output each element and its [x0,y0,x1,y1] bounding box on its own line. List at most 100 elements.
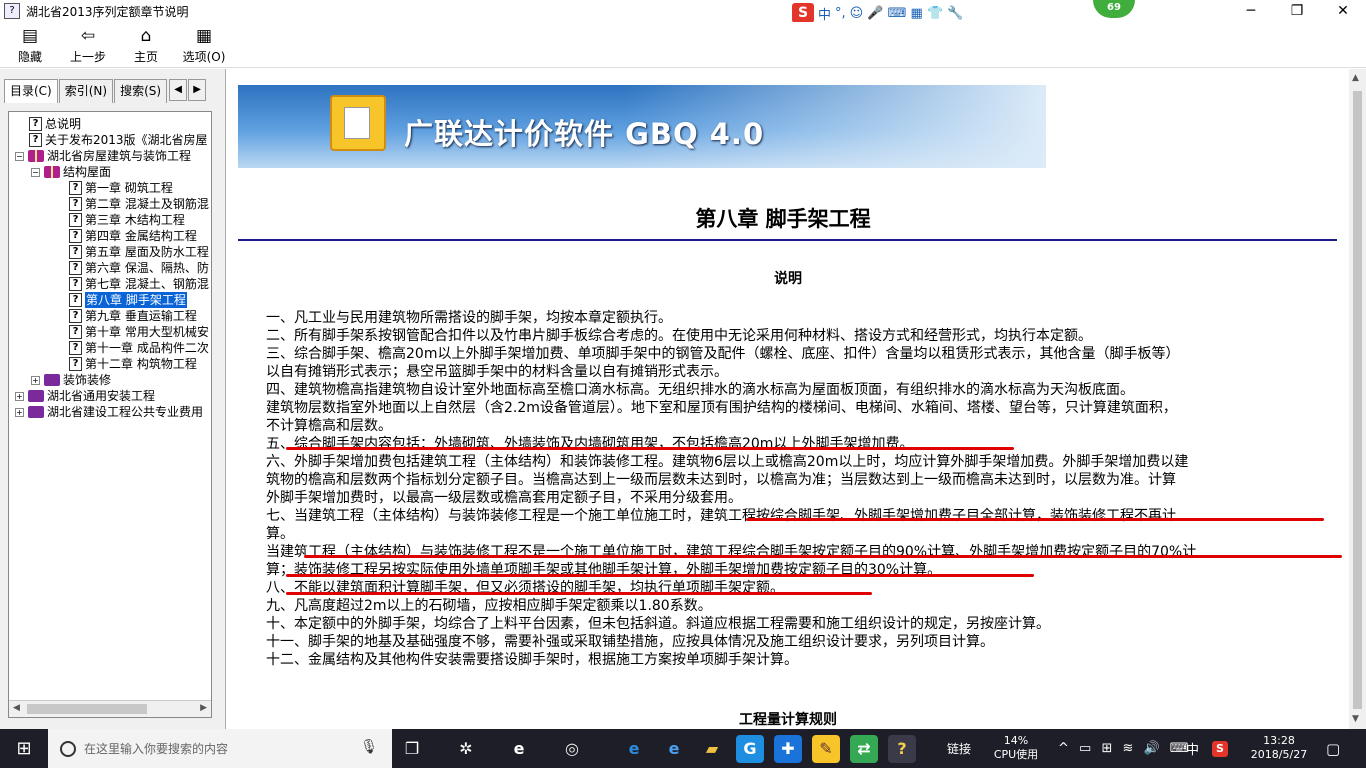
paragraph-line: 六、外脚手架增加费包括建筑工程（主体结构）和装饰装修工程。建筑物6层以上或檐高2… [266,454,1189,470]
scroll-up-icon[interactable]: ▲ [1352,73,1359,83]
tree-item[interactable]: + 装饰装修 [31,372,111,388]
edge-blue-icon[interactable]: e [620,735,648,763]
tree-item[interactable]: ? 总说明 [29,116,81,132]
expand-icon[interactable]: + [15,407,24,417]
help-page-icon: ? [69,197,82,211]
tab-scroll-right-icon[interactable]: ▶ [188,79,207,101]
navigation-pane: 目录(C) 索引(N) 搜索(S) ◀ ▶ ? 总说明? 关于发布2013版《湖北省房屋 − 湖… [0,69,226,729]
cpu-label: CPU使用 [993,748,1039,761]
tree-item[interactable]: + 湖北省建设工程公共专业费用 [15,404,203,420]
minimize-button[interactable]: ─ [1228,0,1274,22]
tree-item-label: 第四章 金属结构工程 [85,229,197,243]
task-view-icon[interactable]: ❐ [398,735,426,763]
link-label[interactable]: 链接 [947,729,971,768]
ime-punct[interactable]: °, [835,6,846,21]
help-app-icon[interactable]: ? [888,735,916,763]
scroll-thumb[interactable] [1353,91,1362,709]
tree-item[interactable]: ? 第五章 屋面及防水工程 [69,244,209,260]
nav-tab[interactable]: 索引(N) [58,79,114,103]
toolbar-button-label: 上一步 [69,49,106,64]
tree-item[interactable]: − 湖北省房屋建筑与装饰工程 [15,148,191,164]
paragraph-line: 十一、脚手架的地基及基础强度不够，需要补强或采取铺垫措施，应按具体情况及施工组织… [266,634,994,650]
browser-icon[interactable]: ◎ [558,735,586,763]
tree-item[interactable]: + 湖北省通用安装工程 [15,388,155,404]
close-button[interactable]: ✕ [1320,0,1366,22]
help-page-icon: ? [69,341,82,355]
edge-icon[interactable]: e [505,735,533,763]
collapse-icon[interactable]: − [31,167,40,177]
gbq-app-icon[interactable]: ✎ [812,735,840,763]
maximize-button[interactable]: ❐ [1274,0,1320,22]
tree-item[interactable]: ? 第二章 混凝土及钢筋混 [69,196,209,212]
taskbar: ⊞ 在这里输入你要搜索的内容 🎙 ❐ ✲ e ◎ e e ▰ G ✚ ✎ ⇄? 链接 14% CPU… [0,729,1366,768]
notification-icon[interactable]: ▢ [1326,729,1340,768]
cpu-usage[interactable]: 14% CPU使用 [990,734,1042,762]
scroll-thumb[interactable] [27,704,147,714]
nav-tab[interactable]: 目录(C) [4,79,58,103]
expand-icon[interactable]: + [31,375,40,385]
paragraph-line: 三、综合脚手架、檐高20m以上外脚手架增加费、单项脚手架中的钢管及配件（螺栓、底… [266,346,1180,362]
red-underline [304,555,1342,558]
plus-app-icon[interactable]: ✚ [774,735,802,763]
tree-item[interactable]: ? 第六章 保温、隔热、防 [69,260,209,276]
paragraph-line: 当建筑工程（主体结构）与装饰装修工程不是一个施工单位施工时，建筑工程综合脚手架按… [266,544,1197,560]
tree-item[interactable]: ? 第八章 脚手架工程 [69,292,187,308]
tab-scroll-left-icon[interactable]: ◀ [169,79,188,101]
collapse-icon[interactable]: − [15,151,24,161]
g-app-icon[interactable]: G [736,735,764,763]
tree-item-label: 第七章 混凝土、钢筋混 [85,277,209,291]
tree-item[interactable]: ? 第一章 砌筑工程 [69,180,173,196]
red-underline [286,574,1034,577]
tray-icons[interactable]: ^ ▭ ⊞ ≋ 🔊 ⌨ [1058,729,1192,768]
ime-tools-icon[interactable]: ☺ 🎤 ⌨ ▦ 👕 🔧 [850,6,964,21]
toolbar-button[interactable]: ▤ 隐藏 [1,22,59,68]
help-page-icon: ? [69,277,82,291]
tree-item[interactable]: ? 第七章 混凝土、钢筋混 [69,276,209,292]
search-input[interactable]: 在这里输入你要搜索的内容 [84,740,228,757]
tree-item[interactable]: ? 第十章 常用大型机械安 [69,324,209,340]
scroll-right-icon[interactable]: ▶ [200,703,207,713]
ie-icon[interactable]: e [660,735,688,763]
scroll-left-icon[interactable]: ◀ [13,703,20,713]
sogou-icon[interactable]: S [792,3,814,23]
toolbar-button[interactable]: ▦ 选项(O) [175,22,233,68]
ime-toolbar[interactable]: S 中 °, ☺ 🎤 ⌨ ▦ 👕 🔧 [792,2,963,24]
toolbar-button[interactable]: ⌂ 主页 [117,22,175,68]
tree-item-label: 第十章 常用大型机械安 [85,325,209,339]
scroll-down-icon[interactable]: ▼ [1352,714,1359,724]
toolbar-button[interactable]: ⇦ 上一步 [59,22,117,68]
input-language[interactable]: 中 [1186,729,1199,768]
ime-mode[interactable]: 中 [818,4,831,23]
fan-app-icon[interactable]: ✲ [452,735,480,763]
clock-date: 2018/5/27 [1250,748,1308,761]
tree-item[interactable]: ? 第九章 垂直运输工程 [69,308,197,324]
tree-item[interactable]: ? 第十一章 成品构件二次 [69,340,209,356]
windows-start-icon[interactable]: ⊞ [0,729,48,768]
tree-item[interactable]: ? 第四章 金属结构工程 [69,228,197,244]
toc-tree[interactable]: ? 总说明? 关于发布2013版《湖北省房屋 − 湖北省房屋建筑与装饰工程 − 结构屋面? 第… [8,111,212,718]
paragraph-line: 五、综合脚手架内容包括：外墙砌筑、外墙装饰及内墙砌筑用架，不包括檐高20m以上外… [266,436,914,452]
tree-item[interactable]: ? 关于发布2013版《湖北省房屋 [29,132,208,148]
clock[interactable]: 13:28 2018/5/27 [1244,734,1314,762]
gbq-logo-icon [330,95,386,151]
taskbar-search[interactable]: 在这里输入你要搜索的内容 🎙 [48,729,392,768]
tree-horizontal-scrollbar[interactable]: ◀ ▶ [9,700,211,717]
cpu-value: 14% [1003,734,1029,747]
help-page-icon: ? [69,325,82,339]
expand-icon[interactable]: + [15,391,24,401]
cortana-icon[interactable] [60,740,76,757]
folder-icon[interactable]: ▰ [698,735,726,763]
nav-tab[interactable]: 搜索(S) [114,79,168,103]
sogou-tray-icon[interactable]: S [1212,729,1228,768]
paragraph-line: 以自有摊销形式表示；悬空吊篮脚手架中的材料含量以自有摊销形式表示。 [266,364,728,380]
paragraph-line: 建筑物层数指室外地面以上自然层（含2.2m设备管道层）。地下室和屋顶有围护结构的… [266,400,1177,416]
tree-item[interactable]: ? 第三章 木结构工程 [69,212,185,228]
content-vertical-scrollbar[interactable]: ▲ ▼ [1349,69,1366,729]
green-app-icon[interactable]: ⇄ [850,735,878,763]
tree-item-label: 第一章 砌筑工程 [85,181,173,195]
tree-item-label: 总说明 [45,117,82,131]
microphone-icon[interactable]: 🎙 [360,739,378,755]
tree-item[interactable]: − 结构屋面 [31,164,111,180]
closed-book-icon [28,406,44,418]
tree-item[interactable]: ? 第十二章 构筑物工程 [69,356,197,372]
